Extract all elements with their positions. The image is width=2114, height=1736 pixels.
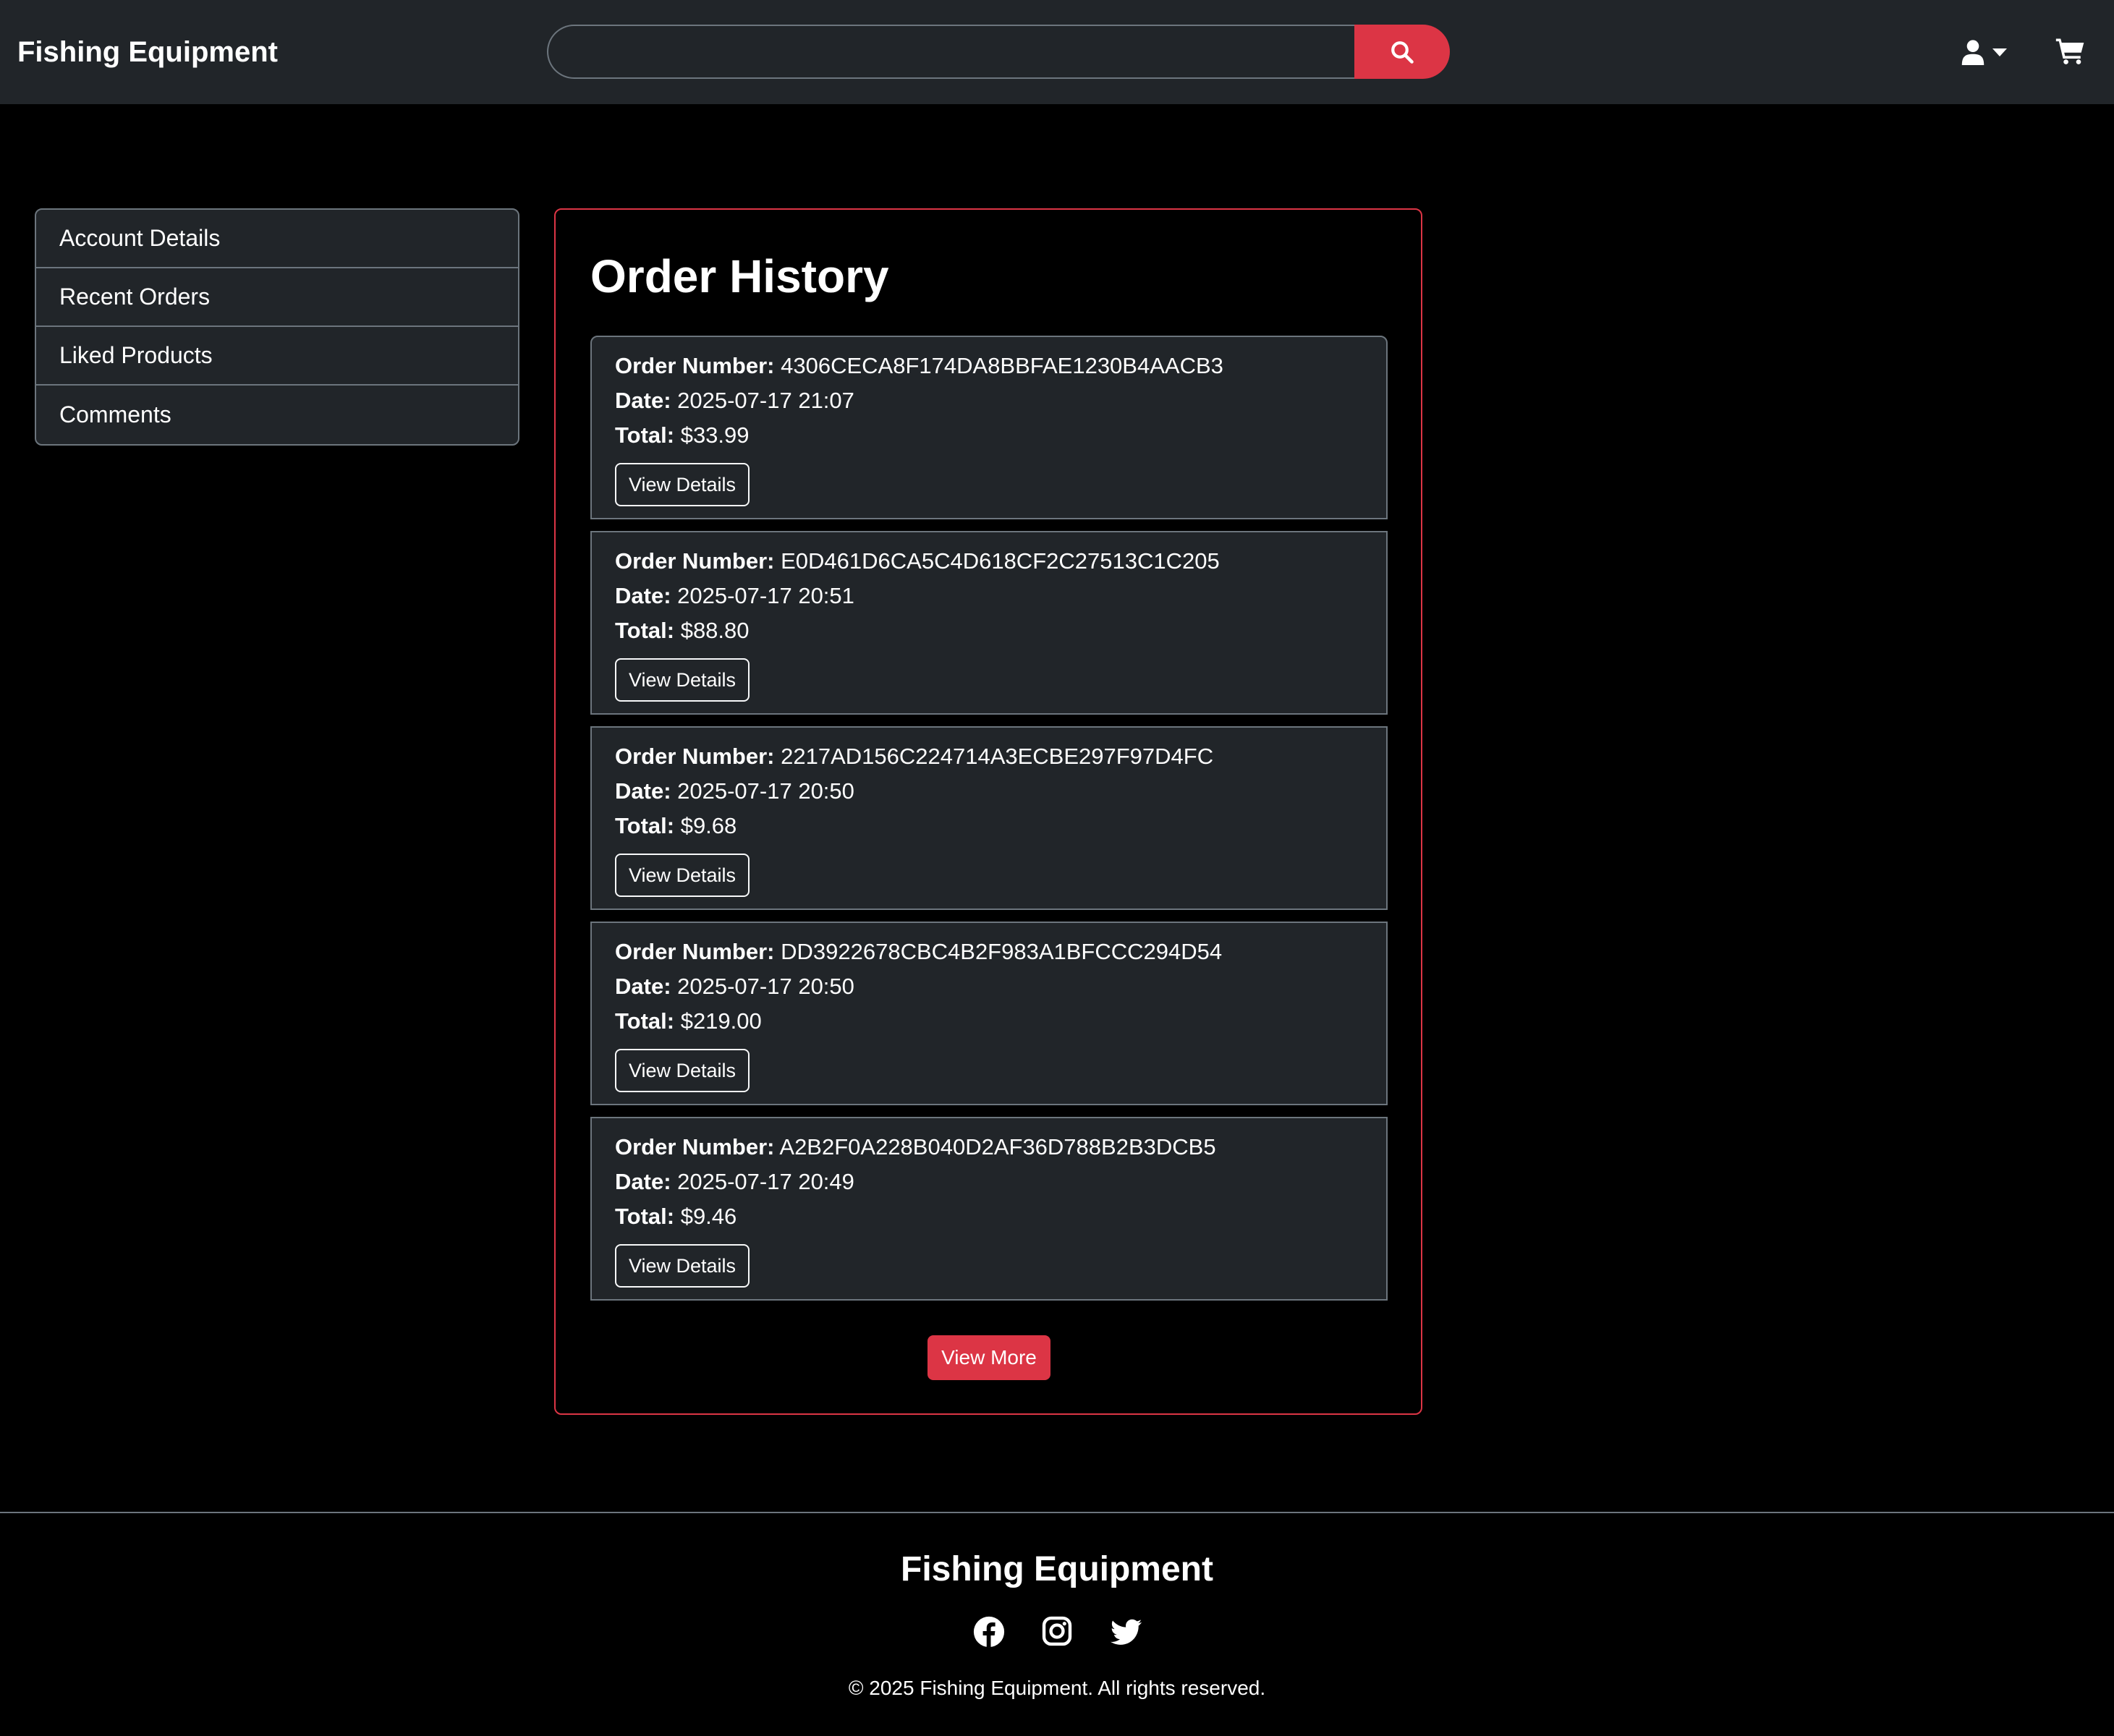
order-total-label: Total: <box>615 813 675 838</box>
view-details-button[interactable]: View Details <box>615 658 750 702</box>
order-number: Order Number: E0D461D6CA5C4D618CF2C27513… <box>615 547 1220 576</box>
order-card: Order Number: E0D461D6CA5C4D618CF2C27513… <box>590 531 1388 715</box>
order-date-value: 2025-07-17 20:51 <box>677 583 854 608</box>
sidebar-item-recent-orders[interactable]: Recent Orders <box>36 268 518 327</box>
order-total: Total: $33.99 <box>615 421 750 450</box>
order-history-panel: Order History Order Number: 4306CECA8F17… <box>554 208 1422 1415</box>
order-date-label: Date: <box>615 583 671 608</box>
account-sidebar: Account Details Recent Orders Liked Prod… <box>35 208 519 446</box>
order-total: Total: $9.68 <box>615 812 736 841</box>
chevron-down-icon <box>1992 48 2007 56</box>
order-number-label: Order Number: <box>615 744 775 769</box>
order-date-label: Date: <box>615 1169 671 1194</box>
order-number: Order Number: 2217AD156C224714A3ECBE297F… <box>615 742 1213 771</box>
facebook-icon <box>973 1616 1005 1648</box>
copyright-text: © 2025 Fishing Equipment. All rights res… <box>848 1677 1266 1699</box>
order-total-value: $9.68 <box>680 813 737 838</box>
search-input[interactable] <box>547 25 1357 79</box>
instagram-link[interactable] <box>1041 1615 1074 1648</box>
order-number-label: Order Number: <box>615 939 775 964</box>
brand-logo[interactable]: Fishing Equipment <box>17 33 278 71</box>
order-number-label: Order Number: <box>615 353 775 378</box>
order-total-label: Total: <box>615 422 675 448</box>
order-total-value: $219.00 <box>680 1008 762 1034</box>
order-date: Date: 2025-07-17 20:49 <box>615 1167 854 1196</box>
order-number-label: Order Number: <box>615 1134 775 1160</box>
social-links <box>972 1614 1143 1649</box>
user-icon <box>1961 40 1984 65</box>
order-total-label: Total: <box>615 1008 675 1034</box>
order-total-label: Total: <box>615 618 675 643</box>
order-total-value: $9.46 <box>680 1204 737 1229</box>
order-number-label: Order Number: <box>615 548 775 574</box>
order-date: Date: 2025-07-17 20:51 <box>615 582 854 610</box>
facebook-link[interactable] <box>972 1615 1006 1648</box>
cart-button[interactable] <box>2055 35 2089 69</box>
order-number-value: 4306CECA8F174DA8BBFAE1230B4AACB3 <box>781 353 1223 378</box>
sidebar-item-account-details[interactable]: Account Details <box>36 210 518 268</box>
twitter-icon <box>1110 1619 1142 1645</box>
search-button[interactable] <box>1354 25 1450 79</box>
instagram-icon <box>1042 1616 1072 1646</box>
order-date-value: 2025-07-17 20:49 <box>677 1169 854 1194</box>
order-date-label: Date: <box>615 974 671 999</box>
footer-divider <box>0 1512 2114 1513</box>
sidebar-item-liked-products[interactable]: Liked Products <box>36 327 518 386</box>
view-details-button[interactable]: View Details <box>615 1049 750 1092</box>
order-date: Date: 2025-07-17 21:07 <box>615 386 854 415</box>
page-title: Order History <box>590 250 889 302</box>
order-card: Order Number: A2B2F0A228B040D2AF36D788B2… <box>590 1117 1388 1301</box>
user-menu-dropdown[interactable] <box>1961 33 2016 71</box>
order-number-value: E0D461D6CA5C4D618CF2C27513C1C205 <box>781 548 1220 574</box>
order-date-value: 2025-07-17 20:50 <box>677 778 854 804</box>
order-number-value: A2B2F0A228B040D2AF36D788B2B3DCB5 <box>779 1134 1216 1160</box>
order-date: Date: 2025-07-17 20:50 <box>615 777 854 806</box>
search-bar <box>547 25 1450 79</box>
cart-icon <box>2055 38 2084 64</box>
order-total: Total: $9.46 <box>615 1202 736 1231</box>
order-card: Order Number: 2217AD156C224714A3ECBE297F… <box>590 726 1388 910</box>
footer-brand: Fishing Equipment <box>901 1550 1213 1588</box>
navbar: Fishing Equipment <box>0 0 2114 104</box>
view-details-button[interactable]: View Details <box>615 463 750 506</box>
search-icon <box>1391 41 1414 64</box>
view-details-button[interactable]: View Details <box>615 854 750 897</box>
order-total-value: $33.99 <box>680 422 750 448</box>
order-card: Order Number: 4306CECA8F174DA8BBFAE1230B… <box>590 336 1388 519</box>
order-card: Order Number: DD3922678CBC4B2F983A1BFCCC… <box>590 922 1388 1105</box>
order-date-value: 2025-07-17 21:07 <box>677 388 854 413</box>
sidebar-item-comments[interactable]: Comments <box>36 386 518 444</box>
order-number: Order Number: DD3922678CBC4B2F983A1BFCCC… <box>615 937 1222 966</box>
order-date-label: Date: <box>615 388 671 413</box>
order-number-value: DD3922678CBC4B2F983A1BFCCC294D54 <box>781 939 1223 964</box>
order-date: Date: 2025-07-17 20:50 <box>615 972 854 1001</box>
order-number: Order Number: A2B2F0A228B040D2AF36D788B2… <box>615 1133 1216 1162</box>
order-date-value: 2025-07-17 20:50 <box>677 974 854 999</box>
order-total-value: $88.80 <box>680 618 750 643</box>
order-total-label: Total: <box>615 1204 675 1229</box>
twitter-link[interactable] <box>1110 1615 1143 1648</box>
order-total: Total: $219.00 <box>615 1007 762 1036</box>
order-number: Order Number: 4306CECA8F174DA8BBFAE1230B… <box>615 352 1223 380</box>
view-details-button[interactable]: View Details <box>615 1244 750 1288</box>
order-date-label: Date: <box>615 778 671 804</box>
order-total: Total: $88.80 <box>615 616 750 645</box>
view-more-button[interactable]: View More <box>927 1335 1050 1380</box>
order-number-value: 2217AD156C224714A3ECBE297F97D4FC <box>781 744 1214 769</box>
